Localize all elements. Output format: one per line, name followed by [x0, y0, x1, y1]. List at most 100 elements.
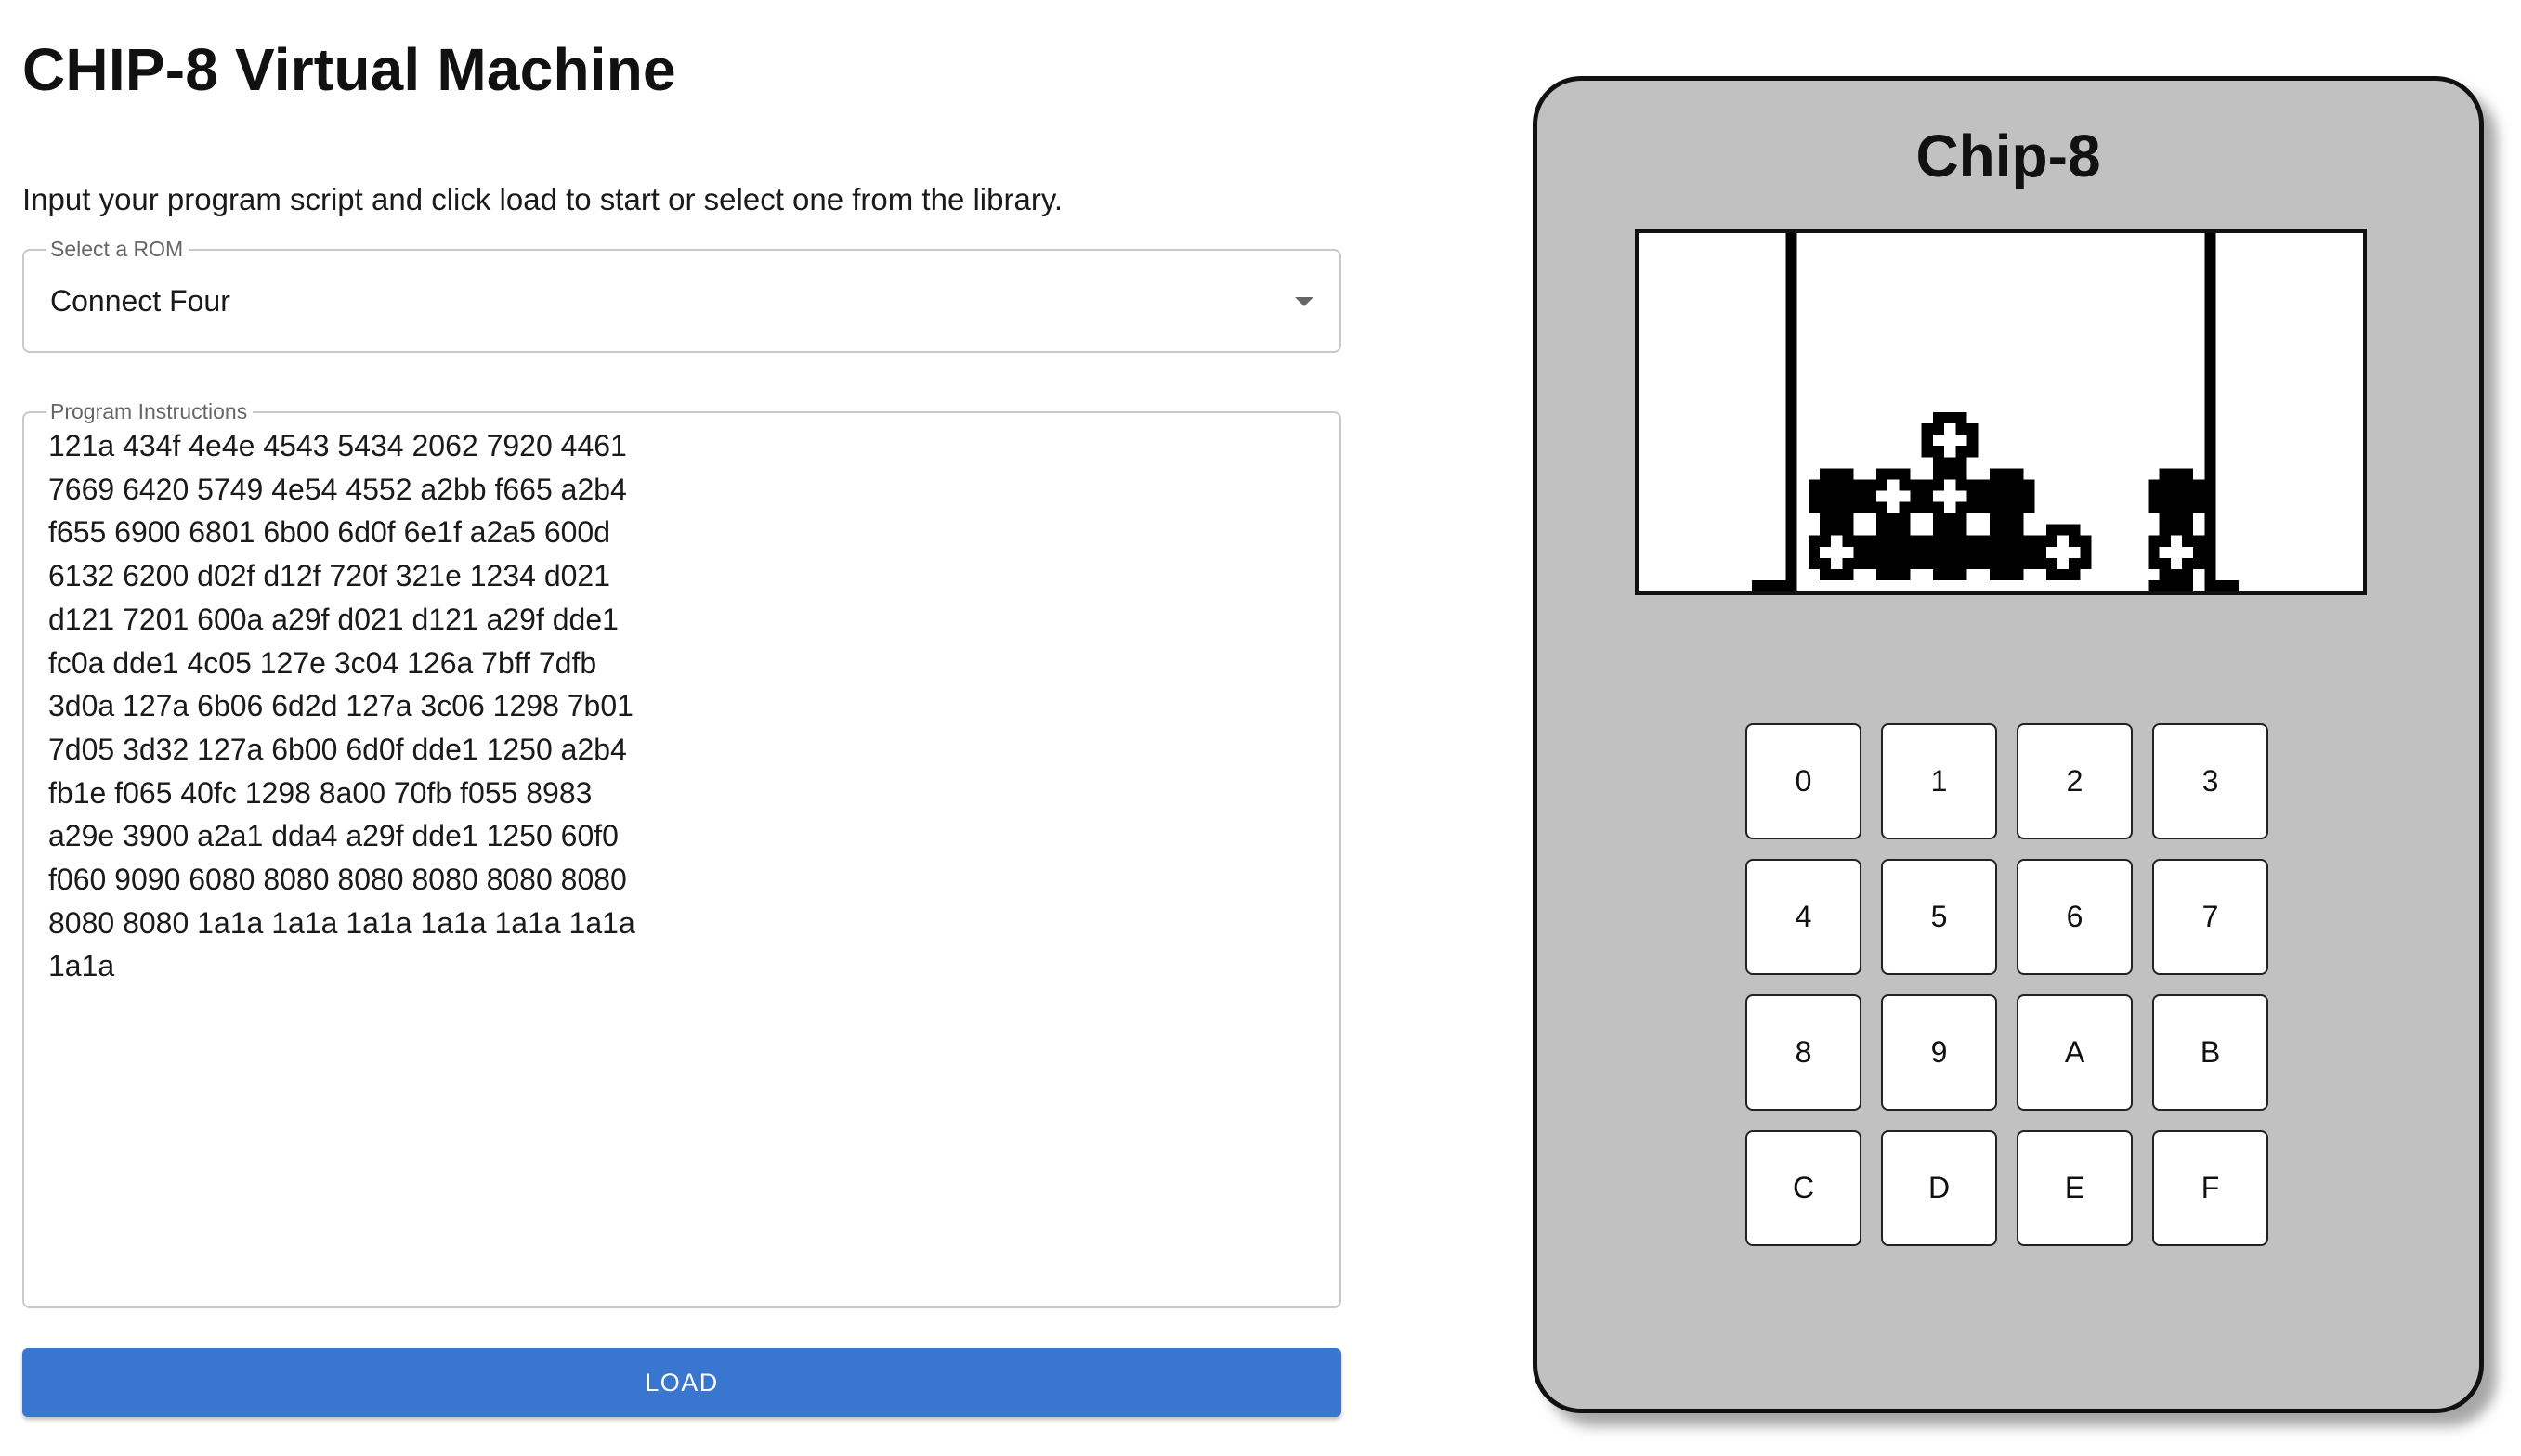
piece-ring: [1808, 535, 1820, 547]
piece-solid: [1842, 468, 1854, 480]
keypad: 0123 4567 89AB CDEF: [1745, 723, 2269, 1246]
piece-solid: [2012, 513, 2024, 525]
piece-solid: [1808, 479, 1820, 491]
piece-solid: [1875, 535, 1888, 547]
piece-solid: [2012, 524, 2024, 536]
piece-ring: [2069, 557, 2081, 569]
key-8[interactable]: 8: [1745, 994, 1861, 1111]
piece-solid: [1887, 546, 1900, 558]
key-3[interactable]: 3: [2152, 723, 2268, 839]
key-e[interactable]: E: [2017, 1130, 2133, 1246]
piece-ring: [1932, 423, 1945, 436]
piece-ring: [1944, 468, 1956, 480]
key-f[interactable]: F: [2152, 1130, 2268, 1246]
piece-ring: [1966, 501, 1979, 514]
piece-ring: [1899, 479, 1911, 491]
piece-solid: [2001, 524, 2013, 536]
page-title: CHIP-8 Virtual Machine: [22, 36, 676, 103]
piece-ring: [1887, 513, 1900, 525]
board-wall-right: [2204, 233, 2216, 592]
load-button[interactable]: LOAD: [22, 1348, 1341, 1417]
key-d[interactable]: D: [1881, 1130, 1997, 1246]
piece-ring: [1864, 479, 1876, 491]
key-b[interactable]: B: [2152, 994, 2268, 1111]
piece-solid: [1887, 524, 1900, 536]
chevron-down-icon[interactable]: [1295, 297, 1313, 306]
piece-solid: [1989, 501, 2001, 514]
piece-ring: [2182, 568, 2194, 580]
piece-solid: [2012, 568, 2024, 580]
piece-ring: [1932, 412, 1945, 424]
piece-solid: [1989, 490, 2001, 502]
piece-solid: [1831, 479, 1843, 491]
piece-ring: [1875, 479, 1888, 491]
piece-solid: [2170, 490, 2182, 502]
piece-ring: [2182, 524, 2194, 536]
piece-solid: [1966, 557, 1979, 569]
piece-solid: [1864, 535, 1876, 547]
piece-solid: [1932, 546, 1945, 558]
key-0[interactable]: 0: [1745, 723, 1861, 839]
piece-solid: [2001, 535, 2013, 547]
piece-solid: [2159, 513, 2171, 525]
piece-ring: [1921, 446, 1933, 458]
piece-solid: [1921, 546, 1933, 558]
piece-solid: [2182, 479, 2194, 491]
key-2[interactable]: 2: [2017, 723, 2133, 839]
piece-ring: [2182, 557, 2194, 569]
piece-solid: [1899, 568, 1911, 580]
key-c[interactable]: C: [1745, 1130, 1861, 1246]
piece-solid: [1989, 479, 2001, 491]
program-instructions-field: Program Instructions: [22, 399, 1341, 1308]
piece-solid: [2170, 501, 2182, 514]
piece-ring: [2057, 524, 2070, 536]
piece-solid: [2001, 501, 2013, 514]
board-foot-right: [2204, 579, 2239, 592]
piece-solid: [1989, 546, 2001, 558]
piece-solid: [2148, 490, 2160, 502]
piece-solid: [2012, 468, 2024, 480]
key-9[interactable]: 9: [1881, 994, 1997, 1111]
piece-ring: [1899, 513, 1911, 525]
rom-select[interactable]: Select a ROM Connect Four: [22, 237, 1341, 353]
piece-solid: [1875, 568, 1888, 580]
piece-ring: [1842, 557, 1854, 569]
piece-solid: [2159, 479, 2171, 491]
piece-solid: [1955, 546, 1967, 558]
piece-ring: [2069, 535, 2081, 547]
piece-solid: [1842, 490, 1854, 502]
piece-solid: [2023, 546, 2035, 558]
piece-ring: [2159, 524, 2171, 536]
piece-solid: [1978, 501, 1990, 514]
piece-ring: [2148, 546, 2160, 558]
piece-ring: [1887, 468, 1900, 480]
piece-solid: [1989, 468, 2001, 480]
piece-ring: [1966, 435, 1979, 447]
piece-solid: [2012, 557, 2024, 569]
key-5[interactable]: 5: [1881, 859, 1997, 975]
piece-solid: [2012, 479, 2024, 491]
piece-solid: [1820, 501, 1832, 514]
piece-solid: [2170, 468, 2182, 480]
key-4[interactable]: 4: [1745, 859, 1861, 975]
piece-solid: [2012, 501, 2024, 514]
piece-solid: [2170, 479, 2182, 491]
key-a[interactable]: A: [2017, 994, 2133, 1111]
piece-solid: [1887, 557, 1900, 569]
piece-solid: [1921, 535, 1933, 547]
piece-solid: [2182, 501, 2194, 514]
piece-solid: [1899, 535, 1911, 547]
key-6[interactable]: 6: [2017, 859, 2133, 975]
piece-solid: [1989, 568, 2001, 580]
piece-solid: [1944, 535, 1956, 547]
piece-ring: [1955, 501, 1967, 514]
program-instructions-input[interactable]: [48, 424, 1312, 1288]
piece-ring: [1932, 468, 1945, 480]
piece-solid: [1808, 501, 1820, 514]
key-1[interactable]: 1: [1881, 723, 1997, 839]
piece-solid: [2001, 490, 2013, 502]
piece-solid: [1989, 557, 2001, 569]
piece-solid: [1989, 535, 2001, 547]
piece-ring: [1899, 501, 1911, 514]
key-7[interactable]: 7: [2152, 859, 2268, 975]
